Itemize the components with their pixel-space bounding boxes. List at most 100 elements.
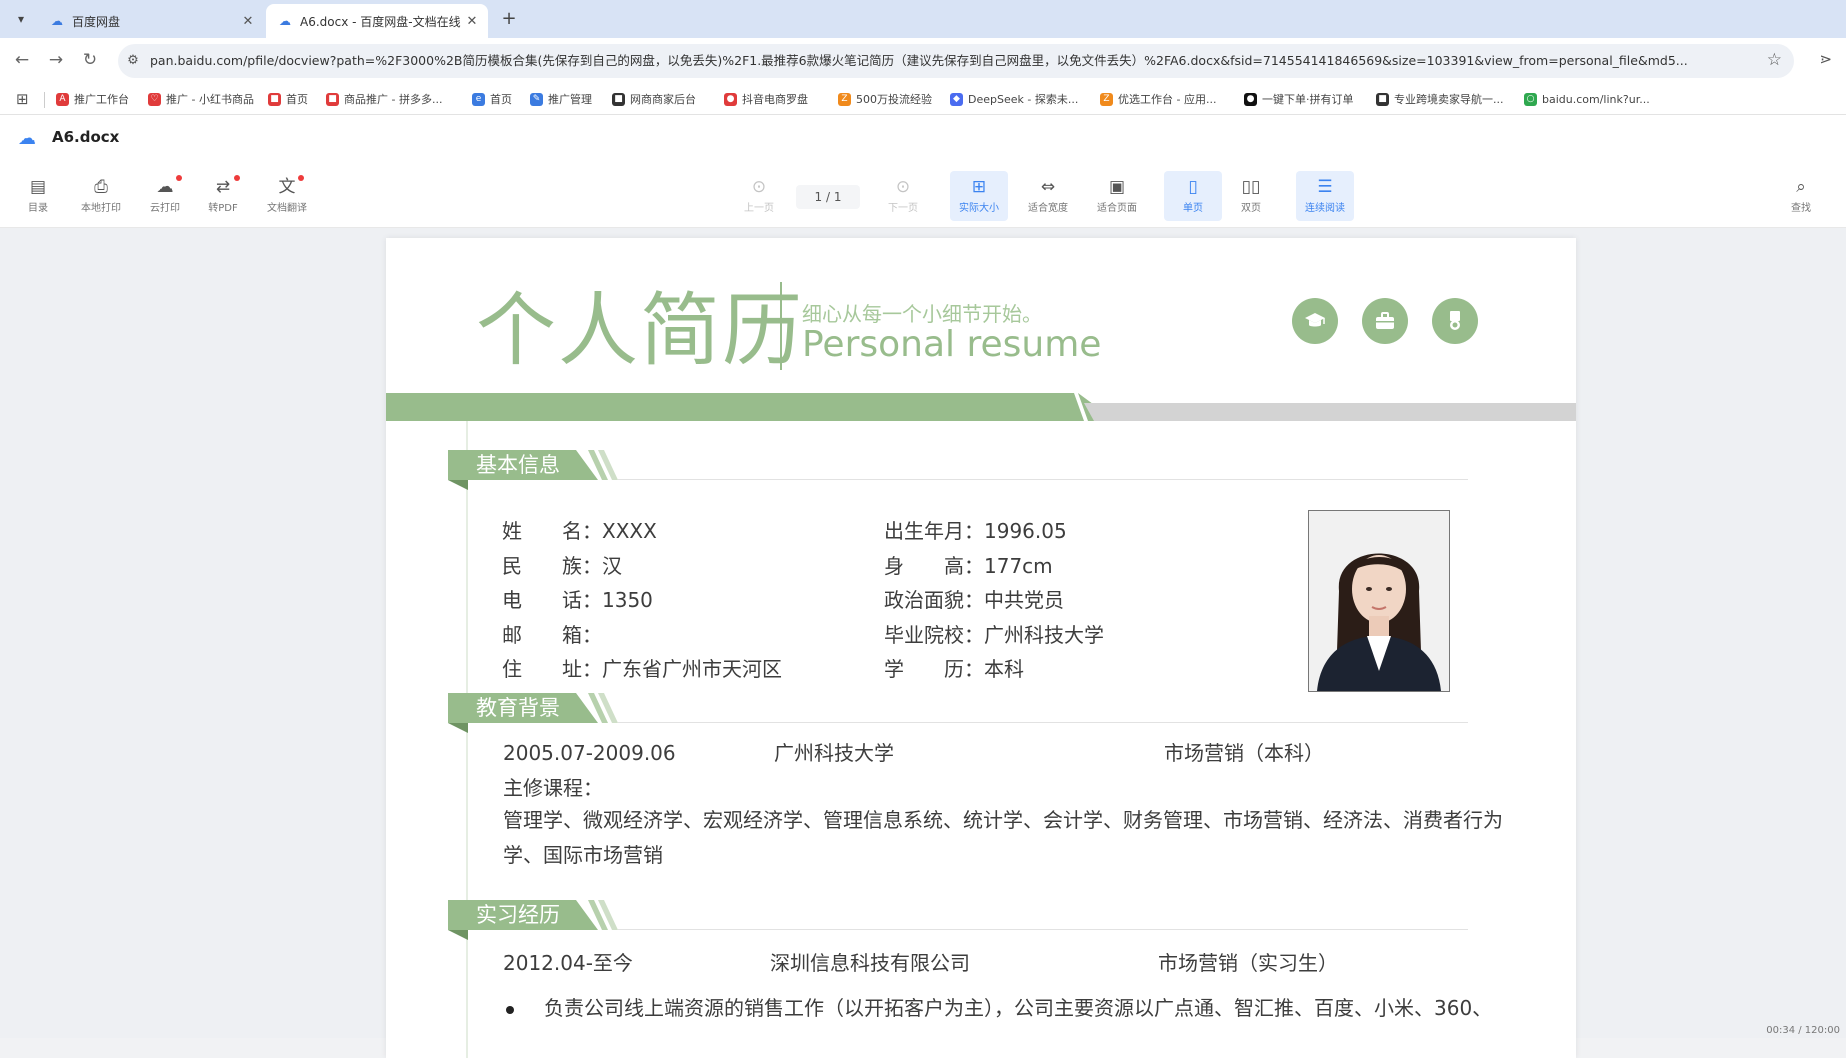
back-icon[interactable]: ← <box>10 48 34 72</box>
search-button[interactable]: ⌕ 查找 <box>1772 171 1830 221</box>
bookmark-item[interactable]: ♡ 推广 - 小红书商品 <box>148 84 254 114</box>
bookmark-label: 推广 - 小红书商品 <box>166 93 254 106</box>
bookmark-item[interactable]: ■ 首页 <box>268 84 308 114</box>
bookmark-item[interactable]: ■ 网商商家后台 <box>612 84 696 114</box>
medal-icon <box>1432 298 1478 344</box>
bookmark-label: 首页 <box>286 93 308 106</box>
document-viewport[interactable]: 个人简历 细心从每一个小细节开始。 Personal resume 基本信息 姓… <box>0 228 1846 1058</box>
info-row: 民 族：汉 <box>502 553 622 579</box>
bookmark-favicon-icon: ■ <box>268 92 281 106</box>
bookmark-item[interactable]: ◆ DeepSeek - 探索未... <box>950 84 1078 114</box>
tab-close-icon[interactable]: ✕ <box>462 14 482 29</box>
reload-icon[interactable]: ↻ <box>78 48 102 72</box>
forward-icon[interactable]: → <box>44 48 68 72</box>
bookmark-item[interactable]: ■ 商品推广 - 拼多多... <box>326 84 442 114</box>
bookmark-favicon-icon: A <box>56 92 69 106</box>
browser-tab-baidu-pan[interactable]: ☁ 百度网盘 ✕ <box>38 4 264 38</box>
bookmark-favicon-icon: Z <box>1100 92 1113 106</box>
notification-dot <box>298 175 304 181</box>
bookmark-item[interactable]: Z 优选工作台 - 应用... <box>1100 84 1216 114</box>
browser-nav-bar: ← → ↻ ⚙ pan.baidu.com/pfile/docview?path… <box>0 38 1846 84</box>
resume-title-cn: 个人简历 <box>476 284 804 377</box>
info-key: 身 高 <box>884 553 964 578</box>
new-tab-icon[interactable]: + <box>498 8 520 30</box>
view-mode-icon: ☰ <box>1317 177 1333 197</box>
bookmark-item[interactable]: ✎ 推广管理 <box>530 84 592 114</box>
address-bar[interactable]: ⚙ pan.baidu.com/pfile/docview?path=%2F30… <box>118 44 1794 78</box>
info-colon: ： <box>964 622 984 647</box>
view-mode-button-4[interactable]: ▯ 单页 <box>1164 171 1222 221</box>
info-colon: ： <box>582 553 602 578</box>
view-mode-label: 双页 <box>1241 203 1261 214</box>
info-value: 1996.05 <box>984 519 1067 543</box>
viewer-toolbar: ▤ 目录 ⎙ 本地打印 ☁ 云打印 ⇄ 转PDF 文文档翻译 ⊙ 上一页 1 / 1 ⊙ 下一页… <box>0 165 1846 228</box>
toolbar-button-5[interactable]: 文文档翻译 <box>258 171 316 221</box>
baidu-pan-logo-icon[interactable]: ☁ <box>18 129 42 149</box>
view-mode-button-3[interactable]: ▣ 适合页面 <box>1088 171 1146 221</box>
bookmark-favicon-icon: Z <box>838 92 851 106</box>
internship-bullet-1: 负责公司线上端资源的销售工作（以开拓客户为主），公司主要资源以广点通、智汇推、百… <box>544 996 1493 1020</box>
info-key: 学 历 <box>884 657 964 681</box>
url-text[interactable]: pan.baidu.com/pfile/docview?path=%2F3000… <box>150 44 1730 78</box>
view-mode-button-6[interactable]: ☰ 连续阅读 <box>1296 171 1354 221</box>
bookmark-favicon-icon: ○ <box>1524 92 1537 106</box>
bookmark-item[interactable]: ○ baidu.com/link?ur... <box>1524 84 1650 114</box>
bookmark-favicon-icon: ✎ <box>530 92 543 106</box>
apps-grid-icon[interactable]: ⊞ <box>16 90 29 108</box>
search-label: 查找 <box>1791 203 1811 214</box>
toolbar-button-1[interactable]: ▤ 目录 <box>9 171 67 221</box>
bookmark-favicon-icon: ● <box>724 92 737 106</box>
toolbar-tool-icon: ⇄ <box>215 177 231 197</box>
bookmark-item[interactable]: A 推广工作台 <box>56 84 129 114</box>
view-mode-label: 适合宽度 <box>1028 203 1068 214</box>
app-header: ☁ A6.docx <box>0 115 1846 165</box>
info-row: 姓 名：XXXX <box>502 518 657 544</box>
toolbar-tool-icon: ▤ <box>29 177 47 197</box>
view-mode-button-2[interactable]: ⇔ 适合宽度 <box>1019 171 1077 221</box>
education-period: 2005.07-2009.06 <box>503 741 676 765</box>
section-title: 教育背景 <box>448 693 598 723</box>
bookmark-favicon-icon: ♡ <box>148 92 161 106</box>
bookmark-favicon-icon: ■ <box>612 92 625 106</box>
bookmark-item[interactable]: ● 一键下单·拼有订单 <box>1244 84 1354 114</box>
tab-search-icon[interactable]: ▾ <box>12 10 30 28</box>
bookmark-item[interactable]: ■ 专业跨境卖家导航一... <box>1376 84 1504 114</box>
bookmark-item[interactable]: ● 抖音电商罗盘 <box>724 84 808 114</box>
resume-slogan: 细心从每一个小细节开始。 <box>802 302 1042 326</box>
site-info-icon[interactable]: ⚙ <box>124 52 142 70</box>
bookmark-item[interactable]: e 首页 <box>472 84 512 114</box>
toolbar-button-4[interactable]: ⇄ 转PDF <box>194 171 252 221</box>
toolbar-button-2[interactable]: ⎙ 本地打印 <box>72 171 130 221</box>
view-mode-button-5[interactable]: ▯▯ 双页 <box>1222 171 1280 221</box>
extension-icon[interactable]: ⋗ <box>1819 50 1832 68</box>
bookmark-star-icon[interactable]: ☆ <box>1767 50 1782 70</box>
bookmark-item[interactable]: Z 500万投流经验 <box>838 84 932 114</box>
bookmark-favicon-icon: ◆ <box>950 92 963 106</box>
info-value: 177cm <box>984 553 1053 578</box>
corner-timestamp: 00:34 / 120:00 <box>1766 1025 1840 1036</box>
section-fold <box>448 480 468 490</box>
section-title: 基本信息 <box>448 450 598 480</box>
bookmark-label: 500万投流经验 <box>856 93 932 106</box>
view-mode-button-1[interactable]: ⊞ 实际大小 <box>950 171 1008 221</box>
section-rule <box>618 929 1468 930</box>
toolbar-button-3[interactable]: ☁ 云打印 <box>136 171 194 221</box>
info-value: 本科 <box>984 657 1024 681</box>
next-page-button[interactable]: ⊙ 下一页 <box>874 171 932 221</box>
info-value: 广东省广州市天河区 <box>602 657 782 681</box>
view-mode-label: 适合页面 <box>1097 203 1137 214</box>
next-page-icon: ⊙ <box>895 177 911 197</box>
prev-page-button[interactable]: ⊙ 上一页 <box>730 171 788 221</box>
view-mode-icon: ▣ <box>1108 177 1126 197</box>
tab-close-icon[interactable]: ✕ <box>238 14 258 29</box>
bookmark-label: 网商商家后台 <box>630 93 696 106</box>
browser-tab-document[interactable]: ☁ A6.docx - 百度网盘-文档在线 ✕ <box>266 4 488 38</box>
bookmark-label: 商品推广 - 拼多多... <box>344 93 443 106</box>
next-page-label: 下一页 <box>888 203 918 214</box>
info-colon: ： <box>964 588 984 612</box>
info-colon: ： <box>582 588 602 612</box>
page-indicator[interactable]: 1 / 1 <box>796 185 860 209</box>
timeline-line <box>466 421 468 1058</box>
view-mode-label: 实际大小 <box>959 203 999 214</box>
bookmark-label: 推广工作台 <box>74 93 129 106</box>
